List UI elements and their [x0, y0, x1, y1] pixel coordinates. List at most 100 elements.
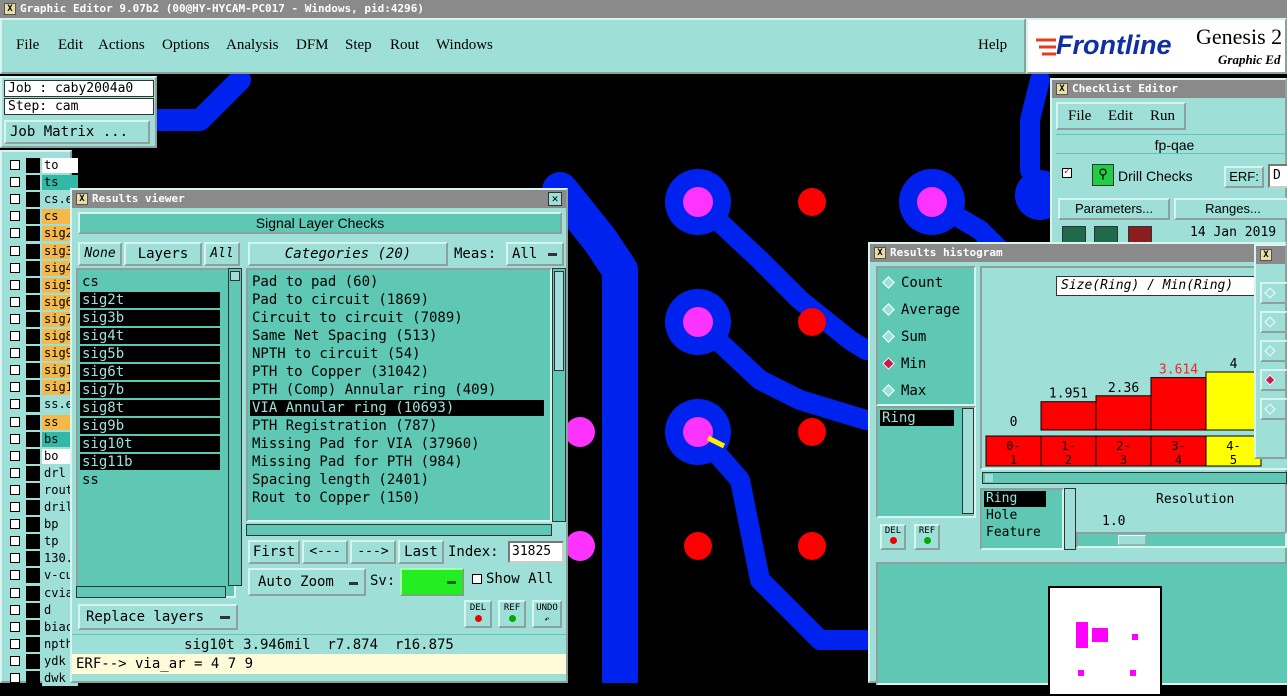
layer-checkbox[interactable]	[10, 536, 20, 547]
menu-edit[interactable]: Edit	[58, 37, 83, 54]
none-button[interactable]: None	[78, 242, 122, 266]
side-radio[interactable]	[1260, 369, 1287, 391]
layer-checkbox[interactable]	[10, 348, 20, 359]
prev-button[interactable]: <---	[302, 540, 348, 564]
layer-checkbox[interactable]	[10, 604, 20, 615]
layer-checkbox[interactable]	[10, 587, 20, 598]
field-list[interactable]: Ring	[876, 406, 976, 518]
all-button[interactable]: All	[204, 242, 240, 266]
layer-checkbox[interactable]	[10, 211, 20, 222]
index-input[interactable]: 31825	[508, 541, 564, 563]
parameters-button[interactable]: Parameters...	[1058, 198, 1170, 220]
layer-list-item[interactable]: sig7b	[80, 382, 220, 398]
layer-row[interactable]: dwk	[8, 671, 78, 686]
histogram-bar[interactable]	[1205, 371, 1262, 431]
size-option-ring[interactable]: Ring	[984, 491, 1046, 507]
layer-checkbox[interactable]	[10, 160, 20, 170]
histogram-bar[interactable]	[1040, 401, 1097, 431]
layer-list-item[interactable]: sig9b	[80, 418, 220, 434]
layer-row[interactable]: sig4	[8, 260, 78, 276]
ranges-button[interactable]: Ranges...	[1174, 198, 1287, 220]
category-item[interactable]: Same Net Spacing (513)	[250, 328, 544, 344]
meas-select[interactable]: All	[506, 242, 564, 266]
size-option-feature[interactable]: Feature	[984, 525, 1060, 541]
layer-checkbox[interactable]	[10, 484, 20, 495]
layer-list-item[interactable]: sig8t	[80, 400, 220, 416]
layer-row[interactable]: ss.e	[8, 397, 78, 413]
side-radio[interactable]	[1260, 398, 1287, 420]
layer-checkbox[interactable]	[10, 502, 20, 512]
layer-row[interactable]: biac	[8, 619, 78, 635]
layer-row[interactable]: cs.e	[8, 192, 78, 208]
categories-vscroll[interactable]	[552, 268, 566, 522]
auto-zoom-select[interactable]: Auto Zoom	[248, 568, 366, 596]
layer-list-item[interactable]: sig6t	[80, 364, 220, 380]
layer-row[interactable]: dril	[8, 500, 78, 515]
layer-row[interactable]: v-cu	[8, 568, 78, 584]
layer-checkbox[interactable]	[10, 331, 20, 341]
categories-button[interactable]: Categories (20)	[248, 242, 448, 266]
next-button[interactable]: --->	[350, 540, 396, 564]
last-button[interactable]: Last	[398, 540, 444, 564]
category-item[interactable]: Circuit to circuit (7089)	[250, 310, 544, 326]
menu-analysis[interactable]: Analysis	[226, 37, 279, 54]
hist-ref-button[interactable]: REF	[914, 524, 940, 550]
layer-checkbox[interactable]	[10, 467, 20, 478]
layer-checkbox[interactable]	[10, 194, 20, 205]
checklist-menu-run[interactable]: Run	[1150, 108, 1175, 125]
layer-row[interactable]: npth	[8, 636, 78, 652]
layer-checkbox[interactable]	[10, 638, 20, 649]
layer-list-item[interactable]: cs	[80, 274, 220, 290]
layer-row[interactable]: tp	[8, 534, 78, 550]
layer-checkbox[interactable]	[10, 313, 20, 324]
categories-list[interactable]: Pad to pad (60) Pad to circuit (1869) Circ…	[246, 268, 552, 522]
category-item[interactable]: VIA Annular ring (10693)	[250, 400, 544, 416]
layer-row[interactable]: sig9	[8, 346, 78, 362]
layer-checkbox[interactable]	[10, 621, 20, 632]
layer-checkbox[interactable]	[10, 673, 20, 683]
layer-checkbox[interactable]	[10, 279, 20, 290]
show-all-checkbox[interactable]	[472, 574, 482, 584]
layers-vscroll[interactable]	[228, 268, 242, 586]
layer-list-item[interactable]: sig2t	[80, 292, 220, 308]
layer-row[interactable]: sig6	[8, 294, 78, 310]
layer-row[interactable]: sig2	[8, 226, 78, 242]
layer-row[interactable]: to	[8, 158, 78, 173]
category-item[interactable]: Pad to pad (60)	[250, 274, 544, 290]
side-radio[interactable]	[1260, 282, 1287, 304]
category-item[interactable]: Missing Pad for PTH (984)	[250, 454, 544, 470]
layer-row[interactable]: drl	[8, 465, 78, 481]
ref-button[interactable]: REF	[498, 600, 526, 628]
layer-row[interactable]: sig7	[8, 311, 78, 327]
menu-help[interactable]: Help	[978, 37, 1007, 54]
layer-row[interactable]: sig1	[8, 380, 78, 396]
layer-row[interactable]: bp	[8, 517, 78, 533]
del-button[interactable]: DEL	[464, 600, 492, 628]
menu-rout[interactable]: Rout	[390, 37, 419, 54]
close-icon[interactable]: ✕	[548, 192, 562, 206]
sv-color-select[interactable]	[400, 568, 464, 596]
category-item[interactable]: Pad to circuit (1869)	[250, 292, 544, 308]
layer-row[interactable]: 130.	[8, 551, 78, 567]
layer-checkbox[interactable]	[10, 570, 20, 581]
category-item[interactable]: PTH (Comp) Annular ring (409)	[250, 382, 544, 398]
layer-row[interactable]: sig8	[8, 329, 78, 344]
layer-checkbox[interactable]	[10, 382, 20, 393]
replace-layers-button[interactable]: Replace layers	[78, 604, 238, 630]
layer-list-item[interactable]: ss	[80, 472, 220, 488]
layers-button[interactable]: Layers	[124, 242, 202, 266]
layer-checkbox[interactable]	[10, 177, 20, 188]
layer-list-item[interactable]: sig11b	[80, 454, 220, 470]
layer-row[interactable]: sig3	[8, 243, 78, 259]
layers-list[interactable]: cs sig2t sig3b sig4t sig5b sig6t sig7b sig8t sig…	[76, 268, 236, 598]
checklist-menu-edit[interactable]: Edit	[1108, 108, 1133, 125]
layer-checkbox[interactable]	[10, 399, 20, 410]
category-item[interactable]: Rout to Copper (150)	[250, 490, 544, 506]
first-button[interactable]: First	[248, 540, 300, 564]
stat-radio[interactable]: Count	[882, 274, 943, 292]
layer-checkbox[interactable]	[10, 262, 20, 273]
layer-row[interactable]: bs	[8, 431, 78, 447]
category-item[interactable]: Spacing length (2401)	[250, 472, 544, 488]
layer-list-item[interactable]: sig5b	[80, 346, 220, 362]
erf-input[interactable]: D	[1268, 164, 1287, 188]
